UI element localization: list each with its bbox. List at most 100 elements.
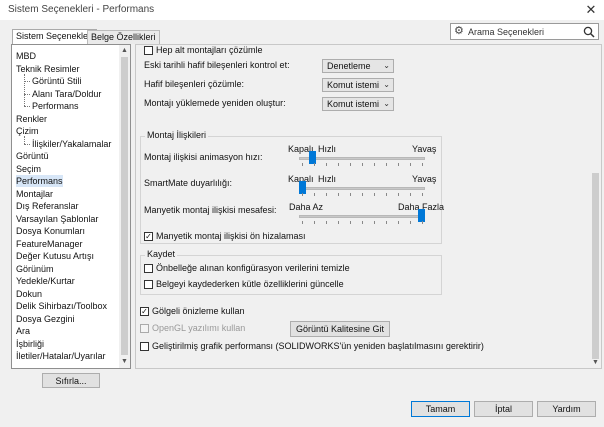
resolve-subassemblies-label: Hep alt montajları çözümle (156, 45, 263, 55)
chevron-down-icon: ⌄ (383, 80, 390, 89)
shaded-preview-checkbox[interactable]: ✓ (140, 307, 149, 316)
magnetic-prealign-checkbox[interactable]: ✓ (144, 232, 153, 241)
resolve-subassemblies-checkbox[interactable] (144, 46, 153, 55)
tree-item[interactable]: Dosya Konumları (16, 225, 85, 237)
settings-scroll-thumb[interactable] (592, 173, 599, 359)
cancel-button[interactable]: İptal (474, 401, 533, 417)
clear-cache-checkbox[interactable] (144, 264, 153, 273)
tab-system-options[interactable]: Sistem Seçenekleri (12, 29, 98, 44)
rebuild-on-load-label: Montajı yüklemede yeniden oluştur: (144, 98, 286, 108)
slider-max-label: Yavaş (412, 174, 437, 184)
search-placeholder: Arama Seçenekleri (468, 27, 545, 37)
enhanced-graphics-checkbox[interactable] (140, 342, 149, 351)
image-quality-button[interactable]: Görüntü Kalitesine Git (290, 321, 390, 337)
update-mass-props-checkbox[interactable] (144, 280, 153, 289)
slider-tick (302, 221, 303, 224)
tree-item[interactable]: Değer Kutusu Artışı (16, 250, 94, 262)
reset-button[interactable]: Sıfırla... (42, 373, 100, 388)
resolve-lightweight-select[interactable]: Komut istemi ⌄ (322, 78, 394, 92)
mates-group-title: Montaj İlişkileri (145, 130, 209, 140)
slider-tick (422, 221, 423, 224)
slider-tick (302, 193, 303, 196)
close-icon[interactable]: ✕ (578, 0, 604, 20)
settings-panel: Hep alt montajları çözümle Eski tarihli … (135, 44, 602, 369)
tree-item[interactable]: Ara (16, 325, 30, 337)
tree-item[interactable]: Performans (32, 100, 79, 112)
tree-item[interactable]: Seçim (16, 163, 41, 175)
mate-animation-speed-label: Montaj ilişkisi animasyon hızı: (144, 152, 263, 162)
slider-tick (386, 163, 387, 166)
ok-button[interactable]: Tamam (411, 401, 470, 417)
tree-item[interactable]: Çizim (16, 125, 39, 137)
slider-tick (410, 221, 411, 224)
shaded-preview-label: Gölgeli önizleme kullan (152, 306, 245, 316)
search-input[interactable]: ⚙ Arama Seçenekleri (450, 23, 599, 40)
slider-tick (398, 163, 399, 166)
slider-tick (326, 193, 327, 196)
title-bar: Sistem Seçenekleri - Performans ✕ (0, 0, 604, 20)
gear-icon[interactable]: ⚙ (454, 25, 466, 38)
slider-max-label: Yavaş (412, 144, 437, 154)
enhanced-graphics-label: Geliştirilmiş grafik performansı (SOLIDW… (152, 341, 484, 351)
tree-item[interactable]: Varsayılan Şablonlar (16, 213, 98, 225)
tree-item[interactable]: Dış Referanslar (16, 200, 79, 212)
slider-tick (386, 193, 387, 196)
chevron-down-icon: ⌄ (383, 99, 390, 108)
tree-item[interactable]: Performans (16, 175, 63, 187)
tree-item[interactable]: Görüntü Stili (32, 75, 82, 87)
scroll-down-icon[interactable]: ▼ (590, 358, 601, 367)
tree-item[interactable]: Dokun (16, 288, 42, 300)
tree-connector (24, 143, 30, 145)
tree-item[interactable]: Görüntü (16, 150, 49, 162)
chevron-down-icon: ⌄ (383, 61, 390, 70)
check-mark-icon: ✓ (145, 232, 152, 241)
tree-item[interactable]: Montajlar (16, 188, 53, 200)
tree-item[interactable]: Yedekle/Kurtar (16, 275, 75, 287)
magnetic-distance-slider[interactable] (299, 215, 425, 218)
check-outdated-label: Eski tarihli hafif bileşenleri kontrol e… (144, 60, 290, 70)
tree-item[interactable]: İşbirliği (16, 338, 44, 350)
tree-item[interactable]: Delik Sihirbazı/Toolbox (16, 300, 107, 312)
tree-item[interactable]: MBD (16, 50, 36, 62)
slider-min-label: Daha Az (289, 202, 324, 212)
tree-item[interactable]: Dosya Gezgini (16, 313, 75, 325)
settings-scrollbar[interactable]: ▼ (590, 45, 601, 368)
rebuild-on-load-select[interactable]: Komut istemi ⌄ (322, 97, 394, 111)
slider-tick (302, 163, 303, 166)
check-outdated-value: Denetleme (327, 61, 371, 71)
check-outdated-select[interactable]: Denetleme ⌄ (322, 59, 394, 73)
help-button[interactable]: Yardım (537, 401, 596, 417)
save-group (140, 255, 442, 295)
slider-tick (422, 163, 423, 166)
resolve-lightweight-value: Komut istemi (327, 80, 380, 90)
smartmate-sensitivity-slider[interactable] (299, 187, 425, 190)
magnifier-icon[interactable] (583, 24, 596, 39)
slider-tick (338, 193, 339, 196)
resolve-lightweight-label: Hafif bileşenleri çözümle: (144, 79, 245, 89)
tree-item[interactable]: İletiler/Hatalar/Uyarılar (16, 350, 106, 362)
tree-item[interactable]: Alanı Tara/Doldur (32, 88, 101, 100)
slider-tick (374, 163, 375, 166)
clear-cache-label: Önbelleğe alınan konfigürasyon verilerin… (156, 263, 350, 273)
slider-tick (410, 193, 411, 196)
slider-tick (338, 221, 339, 224)
slider-tick (326, 221, 327, 224)
tree-item[interactable]: Teknik Resimler (16, 63, 80, 75)
scroll-down-icon[interactable]: ▼ (119, 357, 130, 366)
options-tree[interactable]: MBD Teknik Resimler Görüntü Stili Alanı Tar… (11, 44, 131, 369)
tab-document-properties[interactable]: Belge Özellikleri (87, 30, 160, 44)
tree-scrollbar[interactable]: ▲ ▼ (119, 45, 130, 368)
tree-item[interactable]: İlişkiler/Yakalamalar (32, 138, 111, 150)
rebuild-on-load-value: Komut istemi (327, 99, 380, 109)
slider-tick (314, 163, 315, 166)
tree-item[interactable]: Görünüm (16, 263, 54, 275)
slider-tick (374, 221, 375, 224)
slider-tick (410, 163, 411, 166)
tree-scroll-thumb[interactable] (121, 57, 128, 355)
slider-tick (338, 163, 339, 166)
scroll-up-icon[interactable]: ▲ (119, 46, 130, 55)
mate-animation-speed-slider[interactable] (299, 157, 425, 160)
slider-tick (326, 163, 327, 166)
tree-item[interactable]: FeatureManager (16, 238, 83, 250)
tree-item[interactable]: Renkler (16, 113, 47, 125)
